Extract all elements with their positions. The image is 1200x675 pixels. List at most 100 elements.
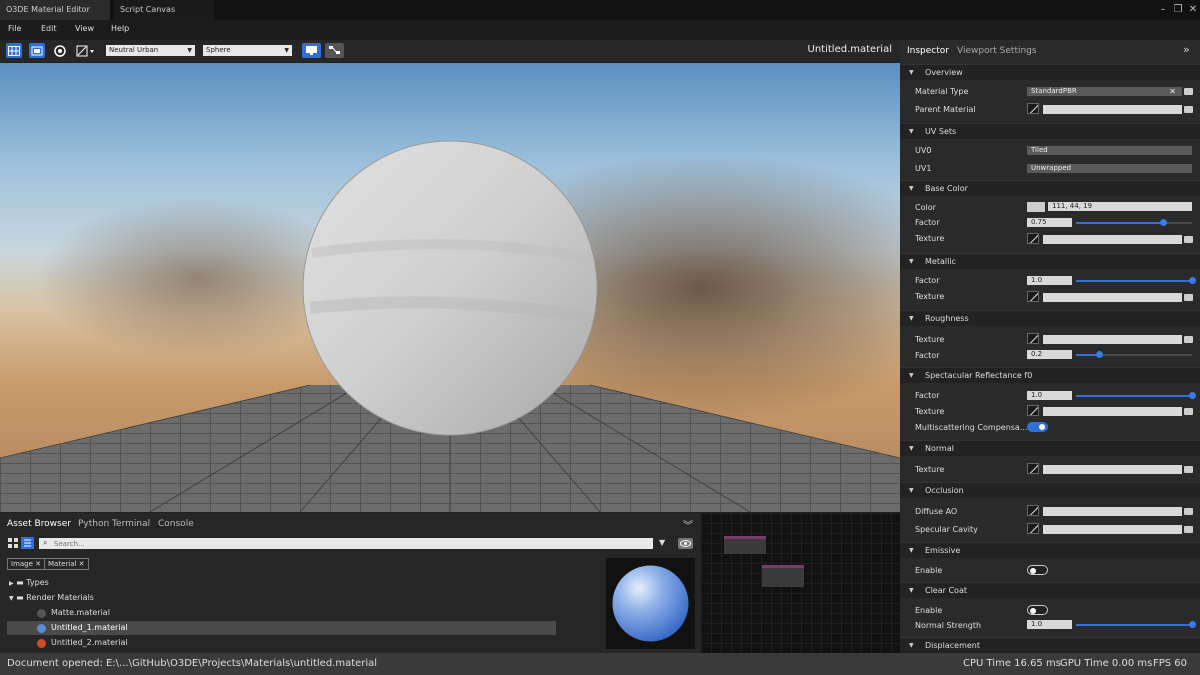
- no-texture-swatch[interactable]: [1027, 405, 1039, 416]
- no-texture-swatch[interactable]: [1027, 463, 1039, 474]
- tab-console[interactable]: Console: [158, 519, 194, 529]
- specular-texture-field[interactable]: [1043, 407, 1182, 416]
- view-display-icon[interactable]: [302, 43, 321, 58]
- tone-mapping-dropdown[interactable]: [75, 43, 97, 58]
- section-overview[interactable]: ▼ Overview: [900, 64, 1200, 80]
- search-input[interactable]: [54, 538, 644, 549]
- no-texture-swatch[interactable]: [1027, 523, 1039, 534]
- section-normal[interactable]: ▼ Normal: [900, 440, 1200, 456]
- color-swatch[interactable]: [1027, 202, 1045, 212]
- roughness-factor-slider[interactable]: [1076, 351, 1192, 358]
- base-color-texture-field[interactable]: [1043, 235, 1182, 244]
- viewport[interactable]: [0, 63, 900, 512]
- list-view-icon[interactable]: [21, 537, 34, 549]
- folder-icon[interactable]: [1184, 88, 1193, 95]
- menu-edit[interactable]: Edit: [41, 24, 57, 33]
- tab-viewport-settings[interactable]: Viewport Settings: [957, 46, 1037, 56]
- tab-inspector[interactable]: Inspector: [907, 46, 949, 56]
- collapse-icon[interactable]: ︾: [683, 517, 693, 532]
- uv1-value: Unwrapped: [1031, 164, 1072, 172]
- section-displacement[interactable]: ▼ Displacement: [900, 637, 1200, 653]
- color-field[interactable]: 111, 44, 19: [1048, 202, 1192, 211]
- folder-icon[interactable]: [1184, 466, 1193, 473]
- lighting-preset-select[interactable]: Neutral Urban ▼: [106, 45, 195, 56]
- folder-icon[interactable]: [1184, 236, 1193, 243]
- multiscattering-toggle[interactable]: [1027, 422, 1048, 432]
- no-texture-swatch[interactable]: [1027, 291, 1039, 302]
- specular-factor-field[interactable]: 1.0: [1027, 391, 1072, 400]
- menu-help[interactable]: Help: [111, 24, 129, 33]
- folder-icon[interactable]: [1184, 336, 1193, 343]
- filter-icon[interactable]: ▼: [659, 538, 665, 547]
- uv0-field[interactable]: Tiled: [1027, 146, 1192, 155]
- minimize-icon[interactable]: –: [1155, 0, 1171, 20]
- section-base-color[interactable]: ▼ Base Color: [900, 180, 1200, 196]
- emissive-enable-toggle[interactable]: [1027, 565, 1048, 575]
- filter-chip-image[interactable]: Image ✕: [7, 558, 46, 570]
- section-metallic[interactable]: ▼ Metallic: [900, 253, 1200, 269]
- section-uv-sets[interactable]: ▼ UV Sets: [900, 123, 1200, 139]
- tree-item-render-materials[interactable]: ▼ ▬ Render Materials: [9, 593, 94, 602]
- menu-file[interactable]: File: [8, 24, 21, 33]
- folder-icon[interactable]: [1184, 408, 1193, 415]
- node-graph-canvas[interactable]: [701, 513, 900, 653]
- normal-strength-slider[interactable]: [1076, 621, 1196, 628]
- diffuse-ao-field[interactable]: [1043, 507, 1182, 516]
- clear-icon[interactable]: ✕: [1169, 87, 1176, 96]
- grid-view-icon[interactable]: [8, 538, 18, 548]
- no-texture-swatch[interactable]: [1027, 505, 1039, 516]
- folder-icon[interactable]: [1184, 508, 1193, 515]
- list-item[interactable]: Untitled_2.material: [37, 638, 128, 648]
- material-type-field[interactable]: StandardPBR ✕: [1027, 87, 1182, 96]
- folder-icon[interactable]: [1184, 294, 1193, 301]
- parent-material-field[interactable]: [1043, 105, 1182, 114]
- no-texture-swatch[interactable]: [1027, 233, 1039, 244]
- roughness-factor-field[interactable]: 0.2: [1027, 350, 1072, 359]
- section-roughness[interactable]: ▼ Roughness: [900, 310, 1200, 326]
- list-item[interactable]: Matte.material: [37, 608, 110, 618]
- close-icon[interactable]: ✕: [79, 560, 85, 568]
- filter-chip-material[interactable]: Material ✕: [44, 558, 89, 570]
- metallic-texture-field[interactable]: [1043, 293, 1182, 302]
- base-color-factor-slider[interactable]: [1076, 219, 1192, 226]
- normal-texture-field[interactable]: [1043, 465, 1182, 474]
- metallic-factor-field[interactable]: 1.0: [1027, 276, 1072, 285]
- model-preset-select[interactable]: Sphere ▼: [203, 45, 292, 56]
- search-field[interactable]: ⌕: [39, 538, 653, 549]
- tab-python-terminal[interactable]: Python Terminal: [78, 519, 150, 529]
- metallic-factor-slider[interactable]: [1076, 277, 1196, 284]
- close-icon[interactable]: ✕: [35, 560, 41, 568]
- folder-icon[interactable]: [1184, 526, 1193, 533]
- tab-material-editor[interactable]: O3DE Material Editor: [0, 0, 110, 20]
- no-texture-swatch[interactable]: [1027, 103, 1039, 114]
- tree-item-types[interactable]: ▶ ▬ Types: [9, 578, 49, 587]
- menu-view[interactable]: View: [75, 24, 94, 33]
- normal-strength-field[interactable]: 1.0: [1027, 620, 1072, 629]
- specular-factor-slider[interactable]: [1076, 392, 1196, 399]
- node-graph-icon[interactable]: [325, 43, 344, 58]
- clear-coat-enable-toggle[interactable]: [1027, 605, 1048, 615]
- folder-icon[interactable]: [1184, 106, 1193, 113]
- no-texture-swatch[interactable]: [1027, 333, 1039, 344]
- graph-node[interactable]: [724, 536, 766, 554]
- camera-icon[interactable]: [52, 43, 68, 58]
- base-color-texture-label: Texture: [915, 234, 945, 243]
- section-clear-coat[interactable]: ▼ Clear Coat: [900, 582, 1200, 598]
- grid-toggle-icon[interactable]: [6, 43, 22, 58]
- shadow-catcher-icon[interactable]: [29, 43, 45, 58]
- roughness-texture-field[interactable]: [1043, 335, 1182, 344]
- base-color-factor-field[interactable]: 0.75: [1027, 218, 1072, 227]
- close-icon[interactable]: ✕: [1185, 0, 1200, 20]
- specular-cavity-field[interactable]: [1043, 525, 1182, 534]
- section-emissive[interactable]: ▼ Emissive: [900, 542, 1200, 558]
- eye-icon[interactable]: [678, 538, 693, 549]
- tab-asset-browser[interactable]: Asset Browser: [7, 519, 71, 529]
- graph-node[interactable]: [762, 565, 804, 587]
- expand-icon[interactable]: »: [1183, 43, 1190, 56]
- tab-script-canvas[interactable]: Script Canvas: [114, 0, 214, 20]
- section-specular[interactable]: ▼ Spectacular Reflectance f0: [900, 367, 1200, 383]
- section-occlusion[interactable]: ▼ Occlusion: [900, 482, 1200, 498]
- list-item[interactable]: Untitled_1.material: [37, 623, 128, 633]
- restore-icon[interactable]: ❐: [1170, 0, 1186, 20]
- uv1-field[interactable]: Unwrapped: [1027, 164, 1192, 173]
